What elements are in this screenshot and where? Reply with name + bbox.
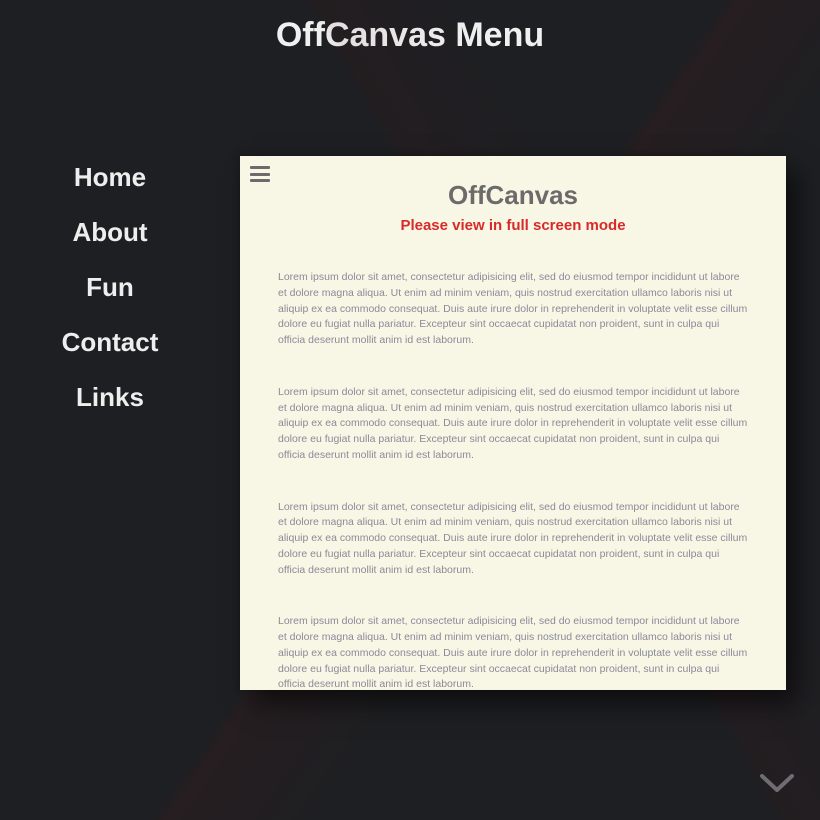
nav-item-contact[interactable]: Contact bbox=[0, 315, 220, 370]
paragraph: Lorem ipsum dolor sit amet, consectetur … bbox=[278, 385, 748, 464]
card-subtitle: Please view in full screen mode bbox=[240, 217, 786, 234]
nav-item-links[interactable]: Links bbox=[0, 370, 220, 425]
chevron-down-icon[interactable] bbox=[760, 774, 794, 794]
hamburger-icon[interactable] bbox=[250, 166, 270, 182]
card-title: OffCanvas bbox=[240, 180, 786, 211]
paragraph: Lorem ipsum dolor sit amet, consectetur … bbox=[278, 270, 748, 349]
nav-item-fun[interactable]: Fun bbox=[0, 260, 220, 315]
nav-item-about[interactable]: About bbox=[0, 205, 220, 260]
page-title: OffCanvas Menu bbox=[0, 0, 820, 55]
card-content: Lorem ipsum dolor sit amet, consectetur … bbox=[240, 234, 786, 723]
content-card: OffCanvas Please view in full screen mod… bbox=[240, 156, 786, 690]
offcanvas-nav: Home About Fun Contact Links bbox=[0, 150, 220, 425]
paragraph: Lorem ipsum dolor sit amet, consectetur … bbox=[278, 614, 748, 693]
nav-item-home[interactable]: Home bbox=[0, 150, 220, 205]
paragraph: Lorem ipsum dolor sit amet, consectetur … bbox=[278, 500, 748, 579]
